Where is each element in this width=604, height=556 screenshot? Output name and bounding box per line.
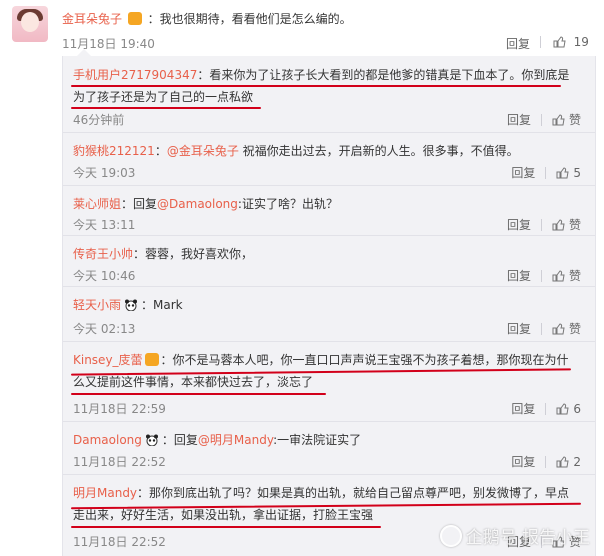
- thumbs-up-icon[interactable]: [552, 114, 565, 126]
- reply-text-prefix: ：回复: [121, 197, 158, 211]
- username-link[interactable]: 手机用户2717904347: [73, 68, 197, 82]
- comment-text: ：我也很期待，看看他们是怎么编的。: [147, 12, 352, 26]
- reply-item: 莱心师姐：回复@Damaolong:证实了啥？出轨？ 今天 13:11 回复 赞: [63, 185, 595, 236]
- reply-button[interactable]: 回复: [511, 166, 535, 180]
- like-count: 19: [573, 35, 589, 49]
- penguin-icon: [439, 525, 462, 547]
- reply-actions: 回复 赞: [507, 216, 581, 233]
- panda-emoji-icon: [145, 434, 158, 446]
- vip-badge-icon: [127, 12, 142, 25]
- user-avatar[interactable]: [12, 6, 48, 42]
- username-link[interactable]: 豹猴桃212121: [73, 144, 155, 158]
- panda-emoji-icon: [125, 299, 138, 311]
- reply-text-block: 豹猴桃212121：@金耳朵兔子 祝福你走出过去，开启新的人生。很多事，不值得。: [73, 140, 575, 162]
- thumbs-up-icon[interactable]: [556, 456, 569, 468]
- comment-time: 11月18日 19:40: [62, 37, 155, 51]
- like-label[interactable]: 赞: [569, 269, 581, 283]
- thumbs-up-icon: [553, 36, 566, 48]
- reply-text-prefix: ：: [154, 144, 167, 158]
- top-comment: 金耳朵兔子 ：我也很期待，看看他们是怎么编的。 11月18日 19:40 回复 …: [0, 0, 604, 56]
- reply-text: ：蓉蓉，我好喜欢你，: [133, 247, 254, 261]
- reply-button[interactable]: 回复: [506, 35, 530, 52]
- like-count: 2: [573, 455, 581, 469]
- like-count: 5: [573, 166, 581, 180]
- reply-time: 今天 19:03: [73, 166, 136, 180]
- top-comment-body: 金耳朵兔子 ：我也很期待，看看他们是怎么编的。: [62, 10, 352, 27]
- username-link[interactable]: Kinsey_庋蕾: [73, 353, 143, 367]
- reply-item: 豹猴桃212121：@金耳朵兔子 祝福你走出过去，开启新的人生。很多事，不值得。…: [63, 132, 595, 186]
- reply-time: 11月18日 22:59: [73, 402, 166, 416]
- reply-text: :证实了啥？出轨？: [237, 197, 338, 211]
- reply-actions: 回复 5: [511, 164, 581, 181]
- like-button[interactable]: 19: [540, 35, 589, 49]
- reply-actions: 回复 赞: [507, 320, 581, 337]
- reply-text: ：Mark: [141, 298, 183, 312]
- reply-actions: 回复 赞: [507, 111, 581, 128]
- reply-button[interactable]: 回复: [507, 218, 531, 232]
- red-underline: [71, 107, 261, 109]
- reply-item: 传奇王小帅：蓉蓉，我好喜欢你， 今天 10:46 回复 赞: [63, 235, 595, 287]
- reply-time: 今天 02:13: [73, 322, 136, 336]
- username-link[interactable]: 金耳朵兔子: [62, 12, 122, 26]
- vip-badge-icon: [144, 353, 159, 366]
- thumbs-up-icon[interactable]: [556, 403, 569, 415]
- like-count: 6: [573, 402, 581, 416]
- thumbs-up-icon[interactable]: [552, 323, 565, 335]
- watermark-text: 企鹅号 报告小王: [465, 528, 590, 548]
- reply-text-prefix: ：回复: [161, 433, 198, 447]
- reply-actions: 回复 赞: [507, 267, 581, 284]
- mention-link[interactable]: @明月Mandy: [198, 433, 273, 447]
- reply-item: Damaolong ：回复@明月Mandy:一审法院证实了 11月18日 22:5…: [63, 421, 595, 475]
- like-label[interactable]: 赞: [569, 218, 581, 232]
- reply-time: 46分钟前: [73, 113, 125, 127]
- username-link[interactable]: Damaolong: [73, 433, 142, 447]
- thumbs-up-icon[interactable]: [556, 167, 569, 179]
- username-link[interactable]: 明月Mandy: [73, 486, 137, 500]
- replies-panel: 手机用户2717904347：看来你为了让孩子长大看到的都是他爹的错真是下血本了…: [62, 49, 596, 556]
- reply-text: :一审法院证实了: [273, 433, 362, 447]
- mention-link[interactable]: @金耳朵兔子: [167, 144, 239, 158]
- red-underline: [71, 85, 561, 87]
- reply-button[interactable]: 回复: [507, 113, 531, 127]
- reply-item: 轻天小雨 ：Mark 今天 02:13 回复 赞: [63, 286, 595, 342]
- reply-button[interactable]: 回复: [511, 455, 535, 469]
- reply-item: Kinsey_庋蕾 ：你不是马蓉本人吧，你一直口口声声说王宝强不为孩子着想，那你现…: [63, 341, 595, 422]
- username-link[interactable]: 莱心师姐: [73, 197, 121, 211]
- red-underline: [71, 393, 326, 395]
- reply-text-block: 轻天小雨 ：Mark: [73, 294, 575, 316]
- reply-text-block: 莱心师姐：回复@Damaolong:证实了啥？出轨？: [73, 193, 575, 215]
- username-link[interactable]: 轻天小雨: [73, 298, 121, 312]
- username-link[interactable]: 传奇王小帅: [73, 247, 133, 261]
- reply-text-block: 传奇王小帅：蓉蓉，我好喜欢你，: [73, 243, 575, 265]
- thumbs-up-icon[interactable]: [552, 270, 565, 282]
- reply-button[interactable]: 回复: [507, 269, 531, 283]
- reply-button[interactable]: 回复: [507, 322, 531, 336]
- reply-time: 今天 13:11: [73, 218, 136, 232]
- reply-text: 祝福你走出过去，开启新的人生。很多事，不值得。: [238, 144, 519, 158]
- reply-time: 11月18日 22:52: [73, 535, 166, 549]
- reply-time: 今天 10:46: [73, 269, 136, 283]
- reply-actions: 回复 2: [511, 453, 581, 470]
- reply-item: 手机用户2717904347：看来你为了让孩子长大看到的都是他爹的错真是下血本了…: [63, 56, 595, 133]
- thumbs-up-icon[interactable]: [552, 219, 565, 231]
- red-underline: [71, 526, 381, 528]
- mention-link[interactable]: @Damaolong: [157, 197, 238, 211]
- reply-text-block: Damaolong ：回复@明月Mandy:一审法院证实了: [73, 429, 575, 451]
- reply-button[interactable]: 回复: [511, 402, 535, 416]
- watermark: 企鹅号 报告小王: [439, 523, 590, 548]
- reply-time: 11月18日 22:52: [73, 455, 166, 469]
- like-label[interactable]: 赞: [569, 322, 581, 336]
- like-label[interactable]: 赞: [569, 113, 581, 127]
- reply-actions: 回复 6: [511, 400, 581, 417]
